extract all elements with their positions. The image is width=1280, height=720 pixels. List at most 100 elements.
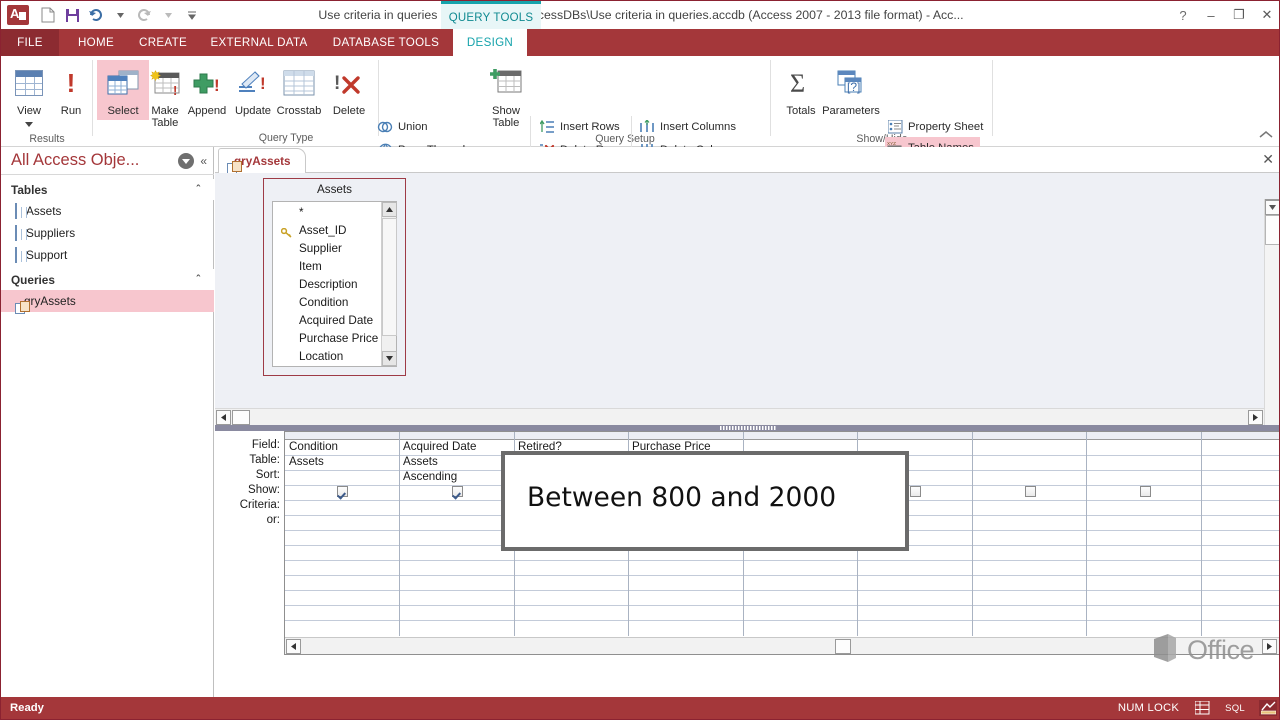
field-list-scrollbar[interactable] bbox=[381, 202, 396, 366]
sql-view-icon[interactable]: SQL bbox=[1225, 703, 1245, 714]
scroll-up-icon[interactable] bbox=[382, 202, 397, 217]
vscrollbar-thumb[interactable] bbox=[1265, 215, 1280, 245]
new-icon[interactable] bbox=[37, 4, 59, 26]
field-item[interactable]: Condition bbox=[273, 294, 380, 312]
zoom-callout-box[interactable]: Between 800 and 2000 bbox=[501, 451, 909, 551]
field-list-assets: Assets * Asset_ID Supplier It bbox=[263, 178, 406, 376]
close-icon[interactable]: ✕ bbox=[1253, 2, 1280, 28]
svg-text:Σ: Σ bbox=[790, 69, 805, 98]
datasheet-view-icon[interactable] bbox=[1193, 700, 1211, 716]
tab-database-tools[interactable]: DATABASE TOOLS bbox=[321, 29, 451, 56]
sidebar-item-assets[interactable]: Assets bbox=[1, 200, 214, 222]
grid-show-checkbox[interactable] bbox=[1140, 486, 1151, 497]
scroll-right-icon[interactable] bbox=[1262, 639, 1277, 654]
quick-access-toolbar bbox=[1, 1, 203, 29]
grid-show-checkbox[interactable] bbox=[337, 486, 348, 497]
crosstab-query-button[interactable]: Crosstab bbox=[271, 62, 327, 117]
redo-icon[interactable] bbox=[133, 4, 155, 26]
double-chevron-left-icon[interactable]: « bbox=[200, 154, 214, 168]
svg-text:!: ! bbox=[173, 83, 177, 98]
navigation-pane-title: All Access Obje... bbox=[1, 151, 178, 170]
sidebar-item-suppliers[interactable]: Suppliers bbox=[1, 222, 214, 244]
table-icon bbox=[15, 248, 17, 262]
undo-icon[interactable] bbox=[85, 4, 107, 26]
chevron-up-icon[interactable]: ˆ bbox=[196, 184, 214, 196]
union-button[interactable]: Union bbox=[375, 116, 430, 138]
sidebar-item-support[interactable]: Support bbox=[1, 244, 214, 266]
undo-dropdown-icon[interactable] bbox=[109, 4, 131, 26]
row-label-or: or: bbox=[267, 513, 280, 528]
upper-pane-vscrollbar[interactable] bbox=[1264, 199, 1280, 451]
grid-show-checkbox[interactable] bbox=[1025, 486, 1036, 497]
field-item[interactable]: Location bbox=[273, 348, 380, 366]
customize-qat-icon[interactable] bbox=[181, 4, 203, 26]
close-document-icon[interactable]: ✕ bbox=[1262, 151, 1274, 168]
minimize-icon[interactable]: – bbox=[1197, 2, 1225, 28]
svg-text:!: ! bbox=[260, 74, 266, 93]
property-sheet-button[interactable]: Property Sheet bbox=[885, 116, 985, 138]
scroll-left-icon[interactable] bbox=[286, 639, 301, 654]
field-item[interactable]: Asset_ID bbox=[273, 222, 380, 240]
collapse-ribbon-icon[interactable] bbox=[1259, 130, 1273, 142]
redo-dropdown-icon[interactable] bbox=[157, 4, 179, 26]
hscrollbar-thumb[interactable] bbox=[232, 410, 250, 425]
crosstab-query-icon bbox=[271, 62, 327, 104]
tab-file[interactable]: FILE bbox=[1, 29, 59, 56]
document-tab-qryassets[interactable]: qryAssets bbox=[218, 148, 306, 173]
field-item[interactable]: Supplier bbox=[273, 240, 380, 258]
grid-sort-cell[interactable]: Ascending bbox=[403, 469, 457, 484]
field-label: * bbox=[299, 206, 304, 219]
save-icon[interactable] bbox=[61, 4, 83, 26]
run-button[interactable]: ! Run bbox=[45, 62, 97, 117]
grid-hscrollbar[interactable] bbox=[285, 637, 1279, 654]
nav-dropdown-icon[interactable] bbox=[178, 153, 194, 169]
append-query-label: Append bbox=[181, 104, 233, 117]
field-item[interactable]: Description bbox=[273, 276, 380, 294]
grid-table-cell[interactable]: Assets bbox=[403, 454, 438, 469]
show-table-button[interactable]: ShowTable bbox=[480, 62, 532, 129]
grid-table-cell[interactable]: Assets bbox=[289, 454, 324, 469]
chevron-up-icon[interactable]: ˆ bbox=[196, 274, 214, 286]
insert-columns-button[interactable]: Insert Columns bbox=[637, 116, 738, 138]
grid-show-checkbox[interactable] bbox=[910, 486, 921, 497]
upper-pane-hscrollbar[interactable] bbox=[215, 408, 1280, 425]
parameters-icon: [?] bbox=[819, 62, 883, 104]
field-label: Item bbox=[299, 260, 322, 273]
parameters-button[interactable]: [?] Parameters bbox=[819, 62, 883, 117]
field-item[interactable]: Purchase Price bbox=[273, 330, 380, 348]
field-item[interactable]: Acquired Date bbox=[273, 312, 380, 330]
append-query-button[interactable]: ! Append bbox=[181, 62, 233, 117]
tab-home[interactable]: HOME bbox=[63, 29, 129, 56]
num-lock-indicator: NUM LOCK bbox=[1118, 702, 1179, 714]
field-item[interactable]: Item bbox=[273, 258, 380, 276]
grid-field-cell[interactable]: Condition bbox=[289, 439, 338, 454]
view-dropdown-icon[interactable] bbox=[3, 118, 55, 130]
group-separator bbox=[992, 60, 993, 136]
sidebar-item-qryassets[interactable]: qryAssets bbox=[1, 290, 214, 312]
tab-create[interactable]: CREATE bbox=[129, 29, 197, 56]
grid-show-checkbox[interactable] bbox=[452, 486, 463, 497]
query-design-upper-pane: Assets * Asset_ID Supplier It bbox=[215, 173, 1280, 425]
scroll-down-icon[interactable] bbox=[382, 351, 397, 366]
tab-design[interactable]: DESIGN bbox=[453, 29, 527, 56]
nav-group-label: Tables bbox=[1, 183, 196, 197]
scrollbar-thumb[interactable] bbox=[382, 218, 397, 336]
restore-icon[interactable]: ❐ bbox=[1225, 2, 1253, 28]
delete-query-button[interactable]: ! Delete bbox=[323, 62, 375, 117]
scroll-down-icon[interactable] bbox=[1265, 200, 1280, 215]
nav-group-queries[interactable]: Queries ˆ bbox=[1, 269, 214, 290]
design-view-icon[interactable] bbox=[1259, 700, 1277, 716]
grid-hscrollbar-thumb[interactable] bbox=[835, 639, 851, 654]
insert-rows-button[interactable]: Insert Rows bbox=[537, 116, 622, 138]
row-label-criteria: Criteria: bbox=[240, 498, 280, 513]
svg-text:[?]: [?] bbox=[847, 80, 860, 94]
help-icon[interactable]: ? bbox=[1169, 2, 1197, 28]
field-list-box[interactable]: * Asset_ID Supplier Item Description Con… bbox=[272, 201, 397, 367]
tab-external-data[interactable]: EXTERNAL DATA bbox=[197, 29, 321, 56]
field-item[interactable]: * bbox=[273, 204, 380, 222]
scroll-right-icon[interactable] bbox=[1248, 410, 1263, 425]
ribbon-tab-strip: FILE HOME CREATE EXTERNAL DATA DATABASE … bbox=[1, 29, 1280, 56]
nav-group-tables[interactable]: Tables ˆ bbox=[1, 179, 214, 200]
grid-field-cell[interactable]: Acquired Date bbox=[403, 439, 476, 454]
scroll-left-icon[interactable] bbox=[216, 410, 231, 425]
